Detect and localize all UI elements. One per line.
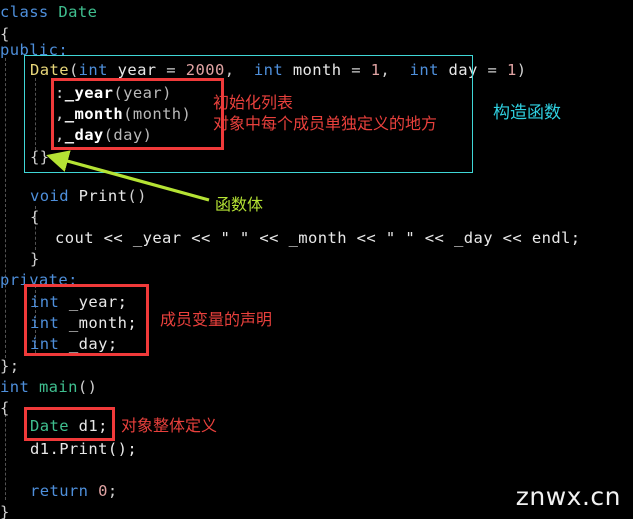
code-token: 1 [506,61,517,79]
code-token: day [438,61,488,79]
code-token: return [30,482,89,500]
code-token: int [78,61,108,79]
code-line: class Date [0,0,97,25]
code-token: _month [64,105,124,123]
code-token: year [107,61,167,79]
member-var-decl-label: 成员变量的声明 [160,310,273,329]
code-line: {} [0,145,49,170]
code-line: int main() [0,375,97,400]
code-token: 1 [370,61,381,79]
init-list-label: 初始化列表 [213,93,294,112]
code-token: () [127,187,147,205]
code-line: Date d1; [0,414,108,439]
code-token: {} [30,148,50,166]
code-token: , [224,61,254,79]
code-token: ( [68,61,79,79]
code-token: class [0,3,59,21]
code-token: Date [58,3,98,21]
code-token: private: [0,271,78,289]
code-token: _month; [59,314,138,332]
code-line: d1.Print(); [0,437,137,462]
code-token: d1.Print(); [30,440,138,458]
code-token: int [253,61,284,79]
code-token: } [0,503,10,519]
code-token: = [166,61,186,79]
code-token: ) [516,61,527,79]
code-token: () [77,378,98,396]
code-token: month [283,61,352,79]
code-token: { [30,208,40,226]
code-token: , [380,61,410,79]
code-token: _year [64,84,114,102]
code-token: , [55,126,65,144]
code-token: 2000 [185,61,225,79]
constructor-label: 构造函数 [493,103,561,123]
code-token: (year) [113,84,172,102]
member-define-label: 对象中每个成员单独定义的地方 [213,114,438,133]
site-watermark: znwx.cn [515,482,621,511]
code-token: int [409,61,439,79]
code-token: } [30,250,40,268]
code-line: cout << _year << " " << _month << " " <<… [0,226,581,251]
code-line: } [0,500,10,519]
function-body-label: 函数体 [215,195,264,214]
code-token: _day; [59,335,118,353]
code-token: cout << _year << " " << _month << " " <<… [55,229,581,247]
code-token: }; [0,357,20,375]
code-token: = [487,61,507,79]
code-token: _year; [59,293,128,311]
code-token: int [30,335,60,353]
code-token: public: [0,41,69,59]
code-editor-content[interactable]: class Date { public: Date(int year = 2000, … [0,0,633,519]
code-token: int [30,314,60,332]
code-token: int [30,293,60,311]
code-token: Date [30,417,69,435]
code-token: main [38,378,78,396]
code-line: return 0; [0,479,118,504]
code-token: void [30,187,69,205]
code-token: Print [78,187,128,205]
code-token: ; [107,482,118,500]
code-token: int [0,378,30,396]
code-line: Date(int year = 2000, int month = 1, int… [0,58,526,83]
code-token: _day [64,126,104,144]
object-whole-label: 对象整体定义 [121,416,218,435]
code-token: = [351,61,371,79]
code-token: , [55,105,65,123]
code-token: d1; [68,417,108,435]
code-token: (month) [123,105,192,123]
code-token: Date [30,61,69,79]
code-token: : [55,84,65,102]
code-screenshot: class Date { public: Date(int year = 2000, … [0,0,633,519]
code-token: 0 [98,482,108,500]
code-token: (day) [103,126,153,144]
